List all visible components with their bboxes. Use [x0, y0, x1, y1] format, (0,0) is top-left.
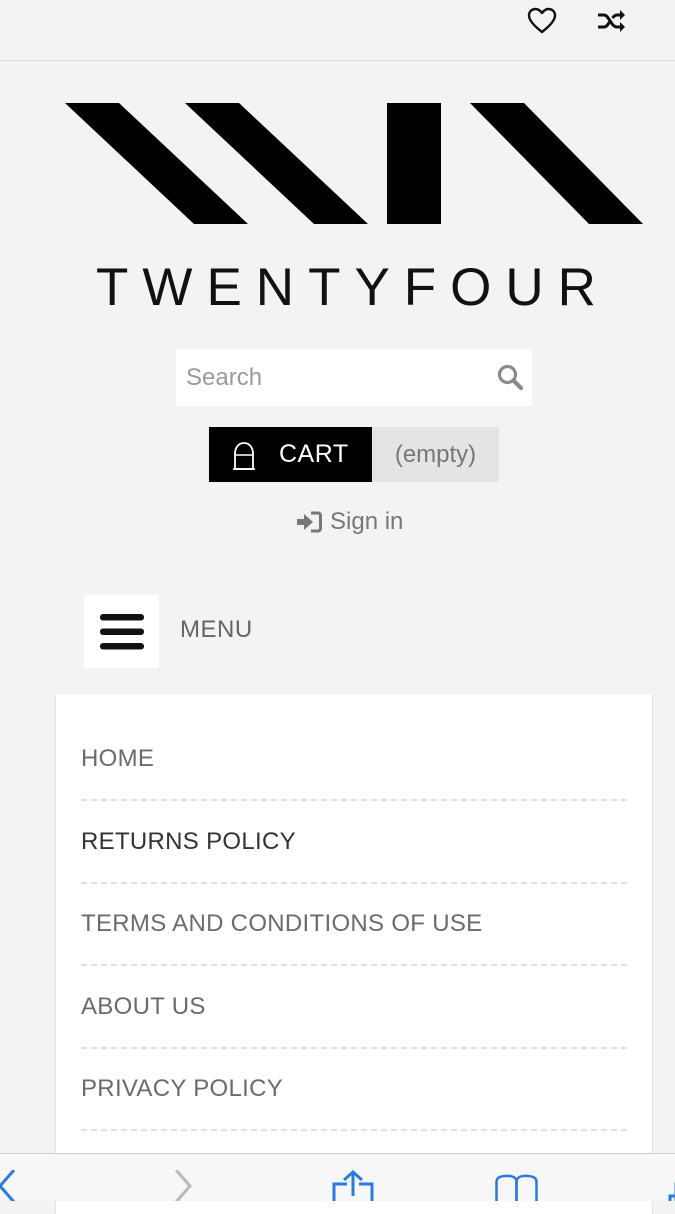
- logo-wordmark: TWENTYFOUR: [96, 258, 610, 315]
- sign-in-icon: [297, 511, 322, 533]
- menu-item-returns-policy[interactable]: RETURNS POLICY: [81, 801, 627, 884]
- menu-list: HOME RETURNS POLICY TERMS AND CONDITIONS…: [56, 694, 652, 1131]
- cart-label: CART: [279, 440, 349, 468]
- bookmarks-icon[interactable]: [494, 1170, 544, 1201]
- menu-item-terms-and-conditions[interactable]: TERMS AND CONDITIONS OF USE: [81, 884, 627, 966]
- menu-label[interactable]: MENU: [180, 616, 253, 644]
- menu-panel: HOME RETURNS POLICY TERMS AND CONDITIONS…: [55, 694, 653, 1214]
- top-utility-bar: [0, 0, 675, 61]
- search-input[interactable]: [176, 349, 476, 406]
- menu-item-label: TERMS AND CONDITIONS OF USE: [81, 910, 483, 937]
- browser-toolbar: [0, 1153, 675, 1201]
- hamburger-icon: [99, 613, 144, 649]
- compare-button[interactable]: [594, 4, 628, 38]
- signin-label: Sign in: [330, 508, 404, 535]
- menu-item-home[interactable]: HOME: [81, 694, 627, 801]
- search-form: [176, 349, 532, 406]
- search-button[interactable]: [494, 361, 526, 393]
- menu-toggle-button[interactable]: [84, 595, 159, 668]
- menu-item-about-us[interactable]: ABOUT US: [81, 966, 627, 1049]
- shopping-bag-icon: [233, 441, 255, 470]
- heart-icon: [527, 7, 557, 34]
- menu-item-label: RETURNS POLICY: [81, 827, 296, 855]
- logo-mark: TWENTYFOUR: [65, 103, 643, 317]
- cart-label-area[interactable]: CART: [209, 427, 372, 482]
- menu-item-privacy-policy[interactable]: PRIVACY POLICY: [81, 1049, 627, 1131]
- cart-status: (empty): [372, 427, 499, 482]
- signin-link[interactable]: Sign in: [296, 505, 403, 539]
- tabs-icon[interactable]: [656, 1170, 675, 1201]
- back-icon[interactable]: [0, 1170, 42, 1201]
- menu-item-label: HOME: [81, 745, 155, 772]
- forward-icon[interactable]: [162, 1170, 212, 1201]
- brand-logo[interactable]: TWENTYFOUR: [60, 100, 650, 317]
- cart-button[interactable]: CART (empty): [209, 427, 499, 482]
- menu-item-label: ABOUT US: [81, 992, 206, 1020]
- shuffle-icon: [598, 10, 625, 32]
- menu-item-label: PRIVACY POLICY: [81, 1075, 284, 1102]
- share-icon[interactable]: [328, 1170, 378, 1201]
- search-icon: [497, 364, 524, 391]
- wishlist-button[interactable]: [525, 4, 559, 38]
